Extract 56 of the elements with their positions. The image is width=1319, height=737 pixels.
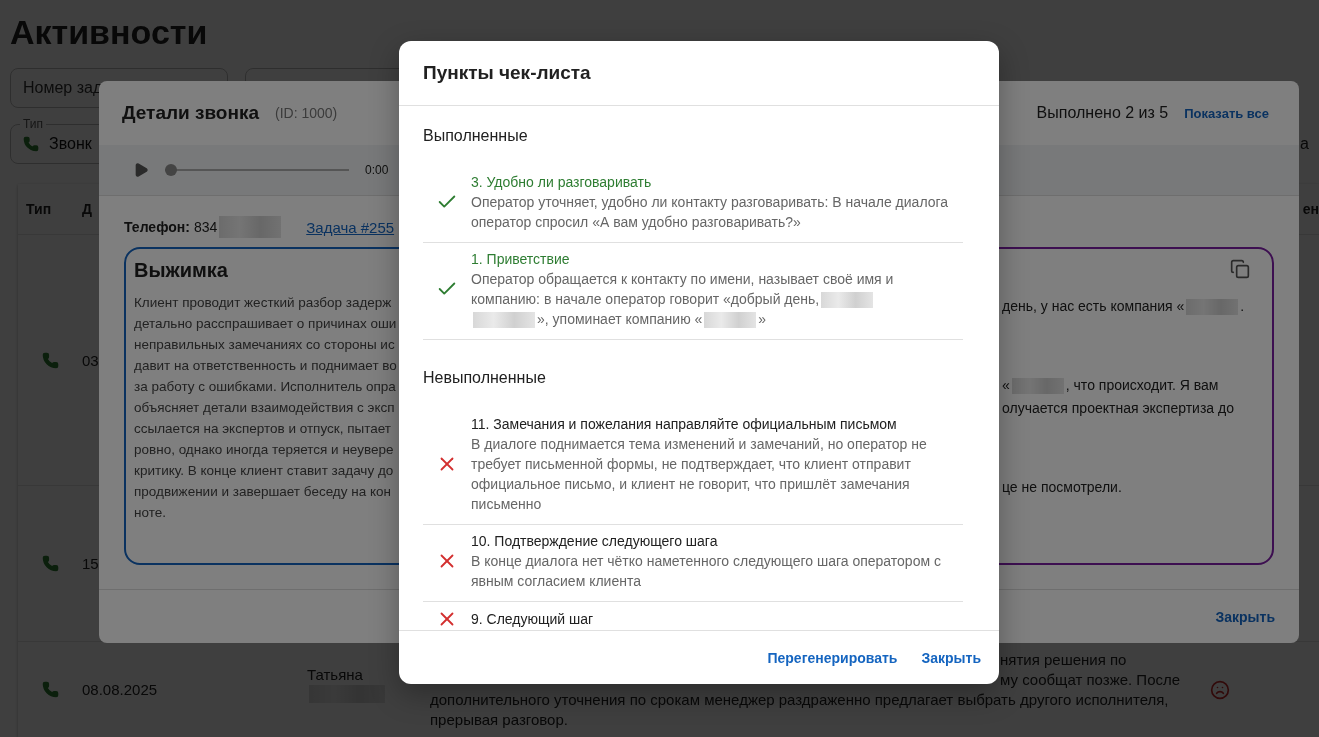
redacted-block xyxy=(704,312,757,329)
item-description: В конце диалога нет чётко наметенного следующего шага оператором с явным согласием клиента xyxy=(471,553,941,589)
card-title: Выжимка xyxy=(134,259,228,282)
redacted-block xyxy=(473,312,535,329)
summary-text: ссылается на экспертов и отпуск, пытает xyxy=(134,420,391,438)
dialog-title: Пункты чек-листа xyxy=(423,62,591,84)
summary-text: Клиент проводит жесткий разбор задерж xyxy=(134,294,392,312)
transcript-text: олучается проектная экспертиза до xyxy=(1002,400,1234,416)
item-description: компанию: в начале оператор говорит «добрый день, xyxy=(471,291,820,307)
item-title: 3. Удобно ли разговаривать xyxy=(471,173,652,192)
item-description: В диалоге поднимается тема изменений и замечаний, но оператор не требует письменной формы, не подтверждает, что клиент отправит официальное письмо, и клиент не говорит, что пришлёт замечания письменно xyxy=(471,436,927,512)
summary-text: критику. В конце клиент ставит задачу до xyxy=(134,462,394,480)
transcript-text: це не посмотрели. xyxy=(1002,479,1122,495)
item-title: 11. Замечания и пожелания направляйте официальным письмом xyxy=(471,415,897,434)
progress-text: Выполнено 2 из 5 xyxy=(1036,104,1169,122)
summary-text: детально расспрашивает о причинах оши xyxy=(134,315,397,333)
transcript-text: , что происходит. Я вам xyxy=(1065,377,1219,393)
summary-text: за работу с ошибками. Исполнитель опра xyxy=(134,378,396,396)
item-title: 9. Следующий шаг xyxy=(471,610,594,629)
phone-label: Телефон: xyxy=(124,219,190,235)
item-description: », упоминает компанию « xyxy=(537,311,703,327)
regenerate-button[interactable]: Перегенерировать xyxy=(759,643,906,672)
task-link[interactable]: Задача #255 xyxy=(306,218,395,236)
slider-thumb[interactable] xyxy=(165,164,177,176)
call-id: (ID: 1000) xyxy=(275,105,338,121)
close-button[interactable]: Закрыть xyxy=(1207,602,1283,631)
phone-number: 834 xyxy=(193,219,218,235)
section-heading: Выполненные xyxy=(423,126,529,146)
redacted-block xyxy=(821,292,874,309)
close-button[interactable]: Закрыть xyxy=(913,643,989,672)
item-description: Оператор уточняет, удобно ли контакту разговаривать: В начале диалога оператор спросил «А вам удобно разговаривать?» xyxy=(471,194,949,230)
item-description: Оператор обращается к контакту по имени, называет своё имя и xyxy=(471,271,894,287)
summary-text: ноте. xyxy=(134,504,166,522)
play-icon[interactable] xyxy=(133,162,149,178)
summary-text: ровно, однако иногда теряется и неувере xyxy=(134,441,394,459)
phone-icon xyxy=(41,681,59,698)
sad-face-icon xyxy=(1210,679,1230,700)
summary-text: объясняет детали взаимодействия с эксп xyxy=(134,399,395,417)
item-description: » xyxy=(758,311,767,327)
copy-icon[interactable] xyxy=(1228,257,1252,281)
summary-text: давит на ответственность и поднимает во xyxy=(134,357,397,375)
section-heading: Невыполненные xyxy=(423,368,547,388)
dialog-title: Детали звонка xyxy=(122,102,260,124)
phone-icon xyxy=(41,351,59,369)
item-title: 1. Приветствие xyxy=(471,250,570,269)
time-text: 0:00 xyxy=(365,163,389,177)
transcript-text: день, у нас есть компания « xyxy=(1002,298,1185,314)
summary-text: продвижении и завершает беседу на кон xyxy=(134,483,391,501)
summary-text: неправильных замечаниях со стороны ис xyxy=(134,336,395,354)
show-all-link[interactable]: Показать все xyxy=(1184,105,1269,121)
phone-icon xyxy=(23,136,39,152)
item-title: 10. Подтверждение следующего шага xyxy=(471,532,718,551)
redacted-block xyxy=(1011,378,1064,395)
transcript-text: « xyxy=(1002,377,1010,393)
transcript-text: . xyxy=(1240,298,1245,314)
phone-icon xyxy=(41,555,59,572)
